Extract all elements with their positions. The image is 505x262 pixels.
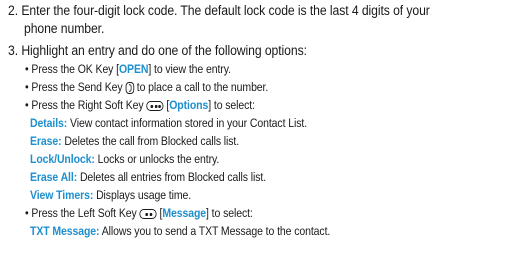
message-label: Message [162, 206, 207, 220]
option-term: Lock/Unlock: [30, 151, 95, 166]
bullet-left-soft-key: • Press the Left Soft Key [Message] to s… [25, 206, 253, 221]
manual-page: 2. Enter the four-digit lock code. The d… [0, 0, 505, 262]
three-dot-soft-key-icon [146, 101, 164, 111]
option-term: Erase: [30, 133, 62, 148]
step-2-number: 2. [8, 3, 19, 19]
bullet-right-soft-key: • Press the Right Soft Key [Options] to … [25, 98, 255, 113]
option-desc: Deletes the call from Blocked calls list… [61, 133, 240, 148]
option-term: View Timers: [30, 187, 94, 202]
step-2-text-cont: phone number. [24, 21, 105, 37]
bullet-ok-suffix: ] to view the entry. [148, 62, 231, 76]
option-erase: Erase: Deletes the call from Blocked cal… [30, 134, 239, 149]
step-3-line: 3. Highlight an entry and do one of the … [8, 43, 307, 60]
step-2-line-1: 2. Enter the four-digit lock code. The d… [8, 3, 430, 20]
options-label: Options [169, 98, 209, 112]
option-term: Details: [30, 115, 68, 130]
bullet-ok-prefix: • Press the OK Key [ [25, 62, 119, 76]
step-3-text: Highlight an entry and do one of the fol… [21, 43, 307, 59]
step-2-text: Enter the four-digit lock code. The defa… [21, 3, 430, 19]
option-desc: Allows you to send a TXT Message to the … [99, 224, 331, 238]
bullet-send-key: • Press the Send Key to place a call to … [25, 80, 268, 95]
two-dot-soft-key-icon [139, 209, 157, 219]
step-2-line-2: phone number. [24, 21, 104, 38]
send-key-icon [125, 82, 134, 94]
bullet-left-prefix: • Press the Left Soft Key [25, 206, 137, 220]
bullet-right-prefix: • Press the Right Soft Key [25, 98, 144, 112]
bullet-ok-key: • Press the OK Key [OPEN] to view the en… [25, 62, 231, 77]
option-term: Erase All: [30, 169, 78, 184]
option-txt-message: TXT Message: Allows you to send a TXT Me… [30, 224, 330, 239]
option-desc: View contact information stored in your … [67, 115, 308, 130]
option-erase-all: Erase All: Deletes all entries from Bloc… [30, 170, 266, 185]
bullet-send-prefix: • Press the Send Key [25, 80, 123, 94]
bullet-right-suffix: ] to select: [208, 98, 255, 112]
option-desc: Displays usage time. [93, 187, 192, 202]
bullet-send-suffix: to place a call to the number. [136, 80, 269, 94]
option-view-timers: View Timers: Displays usage time. [30, 188, 191, 203]
ok-key-label: OPEN [118, 62, 149, 76]
option-desc: Deletes all entries from Blocked calls l… [77, 169, 267, 184]
option-lock-unlock: Lock/Unlock: Locks or unlocks the entry. [30, 152, 219, 167]
option-term: TXT Message: [30, 224, 100, 238]
option-details: Details: View contact information stored… [30, 116, 307, 131]
step-3-number: 3. [8, 43, 19, 59]
option-desc: Locks or unlocks the entry. [94, 151, 220, 166]
bullet-left-suffix: ] to select: [206, 206, 253, 220]
